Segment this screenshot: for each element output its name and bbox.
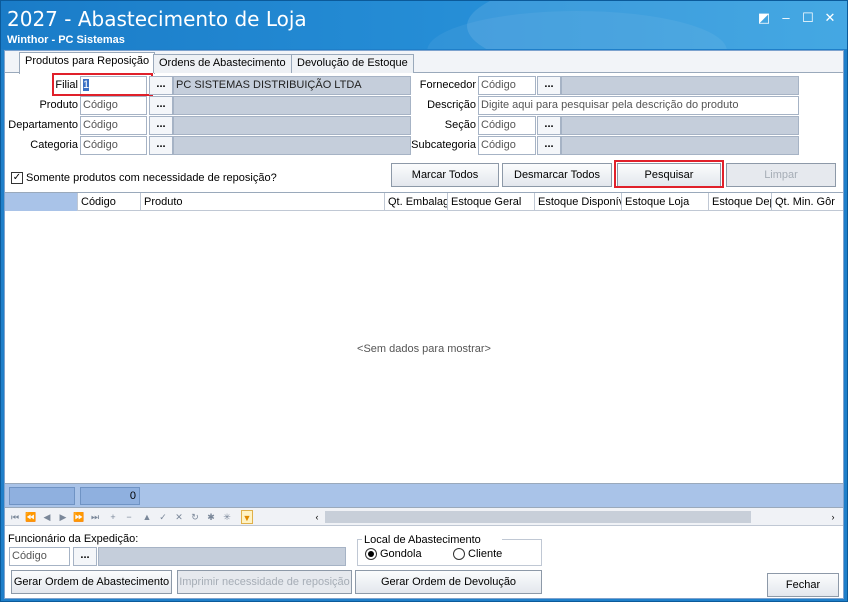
fornecedor-lookup-button[interactable]: ... (537, 76, 561, 95)
filial-highlight (52, 73, 153, 96)
grid-footer: 0 (5, 484, 843, 508)
descricao-label: Descrição (427, 99, 476, 111)
client-area: Produtos para Reposição Ordens de Abaste… (4, 50, 844, 599)
first-page-icon[interactable]: ⏮ (9, 510, 21, 524)
somente-reposicao-checkbox[interactable]: ✓ (11, 172, 23, 184)
categoria-label: Categoria (30, 139, 78, 151)
next-record-icon[interactable]: ▶ (57, 510, 69, 524)
minimize-icon[interactable]: – (777, 9, 795, 27)
imprimir-necessidade-button[interactable]: Imprimir necessidade de reposição (177, 570, 352, 594)
grid-navigator: ⏮ ⏪ ◀ ▶ ⏩ ⏭ + − ▲ ✓ ✕ ↻ ✱ ✳ ▼ ‹ › (5, 508, 843, 526)
title-bar: 2027 - Abastecimento de Loja Winthor - P… (1, 1, 847, 49)
desmarcar-todos-button[interactable]: Desmarcar Todos (502, 163, 612, 187)
insert-icon[interactable]: + (107, 510, 119, 524)
filter-icon[interactable]: ▼ (241, 510, 253, 524)
fechar-button[interactable]: Fechar (767, 573, 839, 597)
categoria-lookup-button[interactable]: ... (149, 136, 173, 155)
column-estoque-loja[interactable]: Estoque Loja (621, 193, 708, 211)
grid-header: Código Produto Qt. Embalag Estoque Geral… (5, 193, 843, 211)
close-icon[interactable]: ✕ (821, 9, 839, 27)
footer-count: 0 (80, 487, 140, 505)
gerar-ordem-abastecimento-button[interactable]: Gerar Ordem de Abastecimento (11, 570, 172, 594)
scroll-right-icon[interactable]: › (827, 510, 839, 524)
delete-icon[interactable]: − (123, 510, 135, 524)
fornecedor-input[interactable]: Código (478, 76, 536, 95)
prev-record-icon[interactable]: ◀ (41, 510, 53, 524)
pesquisar-highlight (614, 160, 724, 188)
tab-strip: Produtos para Reposição Ordens de Abaste… (5, 51, 843, 74)
secao-lookup-button[interactable]: ... (537, 116, 561, 135)
produto-lookup-button[interactable]: ... (149, 96, 173, 115)
goto-bookmark-icon[interactable]: ✳ (221, 510, 233, 524)
subcategoria-input[interactable]: Código (478, 136, 536, 155)
departamento-label: Departamento (8, 119, 78, 131)
edit-icon[interactable]: ▲ (141, 510, 153, 524)
cliente-label: Cliente (468, 548, 503, 560)
fornecedor-label: Fornecedor (419, 79, 476, 91)
limpar-button[interactable]: Limpar (726, 163, 836, 187)
horizontal-scrollbar[interactable] (325, 511, 751, 523)
subcategoria-lookup-button[interactable]: ... (537, 136, 561, 155)
subcategoria-label: Subcategoria (411, 139, 476, 151)
fornecedor-description (561, 76, 799, 95)
tab-produtos-reposicao[interactable]: Produtos para Reposição (19, 52, 156, 74)
marcar-todos-button[interactable]: Marcar Todos (391, 163, 499, 187)
refresh-icon[interactable]: ↻ (189, 510, 201, 524)
departamento-input[interactable]: Código (80, 116, 147, 135)
column-produto[interactable]: Produto (140, 193, 384, 211)
filial-lookup-button[interactable]: ... (149, 76, 173, 95)
bookmark-icon[interactable]: ✱ (205, 510, 217, 524)
column-estoque-disponivel[interactable]: Estoque Disponív (534, 193, 621, 211)
secao-description (561, 116, 799, 135)
tab-devolucao-estoque[interactable]: Devolução de Estoque (291, 54, 414, 73)
descricao-input[interactable]: Digite aqui para pesquisar pela descriçã… (478, 96, 799, 115)
footer-summary-1 (9, 487, 75, 505)
column-codigo[interactable]: Código (77, 193, 140, 211)
categoria-input[interactable]: Código (80, 136, 147, 155)
grid-empty-message: <Sem dados para mostrar> (357, 343, 491, 355)
window-title: 2027 - Abastecimento de Loja (7, 7, 307, 31)
funcionario-input[interactable]: Código (9, 547, 70, 566)
next-page-icon[interactable]: ⏩ (73, 510, 85, 524)
funcionario-lookup-button[interactable]: ... (73, 547, 97, 566)
produto-input[interactable]: Código (80, 96, 147, 115)
gondola-radio[interactable] (365, 548, 377, 560)
scroll-left-icon[interactable]: ‹ (311, 510, 323, 524)
produto-label: Produto (39, 99, 78, 111)
maximize-icon[interactable]: ☐ (799, 9, 817, 27)
column-qt-min-gondola[interactable]: Qt. Min. Gôr (771, 193, 843, 211)
column-estoque-geral[interactable]: Estoque Geral (447, 193, 534, 211)
products-grid[interactable]: Código Produto Qt. Embalag Estoque Geral… (5, 192, 843, 484)
cancel-icon[interactable]: ✕ (173, 510, 185, 524)
tab-ordens-abastecimento[interactable]: Ordens de Abastecimento (153, 54, 292, 73)
window-subtitle: Winthor - PC Sistemas (7, 34, 125, 46)
gondola-label: Gondola (380, 548, 422, 560)
somente-reposicao-label: Somente produtos com necessidade de repo… (26, 172, 277, 184)
column-estoque-deposito[interactable]: Estoque Dep (708, 193, 771, 211)
post-icon[interactable]: ✓ (157, 510, 169, 524)
subcategoria-description (561, 136, 799, 155)
secao-input[interactable]: Código (478, 116, 536, 135)
prev-page-icon[interactable]: ⏪ (25, 510, 37, 524)
funcionario-label: Funcionário da Expedição: (8, 533, 139, 545)
departamento-lookup-button[interactable]: ... (149, 116, 173, 135)
restore-icon[interactable]: ◩ (755, 9, 773, 27)
last-page-icon[interactable]: ⏭ (89, 510, 101, 524)
app-window: 2027 - Abastecimento de Loja Winthor - P… (0, 0, 848, 602)
gerar-ordem-devolucao-button[interactable]: Gerar Ordem de Devolução (355, 570, 542, 594)
funcionario-description (98, 547, 346, 566)
cliente-radio[interactable] (453, 548, 465, 560)
secao-label: Seção (444, 119, 476, 131)
column-qt-embalagem[interactable]: Qt. Embalag (384, 193, 447, 211)
